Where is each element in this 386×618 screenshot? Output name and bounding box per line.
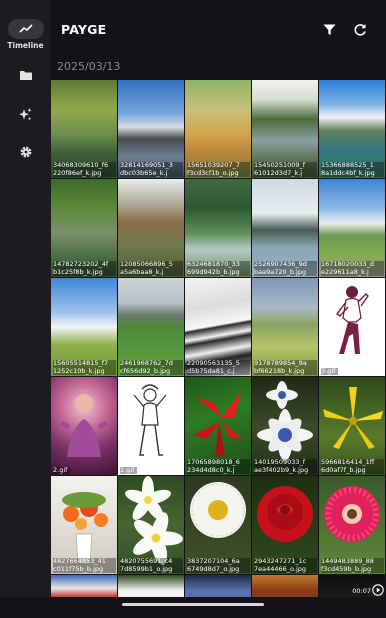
photo-tile[interactable]: 2461968762_7d cf656d92_b.jpg xyxy=(118,278,184,376)
rail-item-label: Timeline xyxy=(7,41,44,50)
photo-tile[interactable]: 15450251009_f 61012d3d7_k.j xyxy=(252,80,318,178)
photo-caption: 12085066896_5 a5a6baa8_k.j xyxy=(120,260,183,276)
rail-item-folders[interactable] xyxy=(0,65,51,85)
photo-tile[interactable]: 32814169051_3 dbc03b65e_k.j xyxy=(118,80,184,178)
photo-caption: 17065898018_6 234d4d8c0_k.j xyxy=(187,458,250,474)
play-icon xyxy=(372,584,384,596)
navigation-rail: Timeline xyxy=(0,0,51,618)
photo-caption: 14019509033_f ae3f402b9_k.jpg xyxy=(254,458,317,474)
photo-caption: 32814169051_3 dbc03b65e_k.j xyxy=(120,161,183,177)
photo-caption: 16718020033_d e229611a8_k.j xyxy=(321,260,384,276)
photo-tile[interactable] xyxy=(252,575,318,597)
photo-caption: 3.gif xyxy=(321,367,339,375)
gesture-navigation-bar[interactable] xyxy=(122,603,264,606)
photo-tile[interactable]: 15651039207_7 f3cd3cf1b_o.jpg xyxy=(185,80,251,178)
photo-caption: 3837207104_6a 6749d8d7_o.jpg xyxy=(187,557,250,573)
sketch-figure xyxy=(133,384,167,456)
photo-grid: 34068309610_f6 220f86ef_k.jpg 3281416905… xyxy=(51,80,385,574)
photo-tile[interactable]: 12085066896_5 a5a6baa8_k.j xyxy=(118,179,184,277)
photo-tile[interactable]: 34068309610_f6 220f86ef_k.jpg xyxy=(51,80,117,178)
woman-figure xyxy=(59,390,109,457)
gear-icon xyxy=(0,142,51,162)
dancer-drawing xyxy=(335,286,369,354)
bottom-system-area xyxy=(0,597,386,618)
folder-icon xyxy=(0,65,51,85)
photo-tile[interactable]: 5966816414_1ff 6d0af7f_b.jpg xyxy=(319,377,385,475)
photo-caption: 15651039207_7 f3cd3cf1b_o.jpg xyxy=(187,161,250,177)
photo-caption: 1449483889_88 f3cd459b_b.jpg xyxy=(321,557,384,573)
photo-tile[interactable]: 3837207104_6a 6749d8d7_o.jpg xyxy=(185,476,251,574)
video-duration: 00:07 xyxy=(352,587,371,595)
app-title: PAYGE xyxy=(61,22,107,37)
photo-caption: 34068309610_f6 220f86ef_k.jpg xyxy=(53,161,116,177)
photo-caption: 2526907436_9d baa9a720_b.jpg xyxy=(254,260,317,276)
photo-caption: 1.gif xyxy=(120,466,138,474)
photo-caption: 6324681870_33 699d942b_b.jpg xyxy=(187,260,250,276)
photo-caption: 15605514815_f7 1252c10b_k.jpg xyxy=(53,359,116,375)
photo-tile[interactable]: 4827664853_41 c011f75b_b.jpg xyxy=(51,476,117,574)
refresh-button[interactable] xyxy=(351,21,369,39)
photo-tile[interactable]: 22090563135_5 d5b75da81_c.j xyxy=(185,278,251,376)
photo-tile[interactable]: 14019509033_f ae3f402b9_k.jpg xyxy=(252,377,318,475)
top-app-bar: PAYGE xyxy=(51,0,386,58)
photo-tile[interactable]: 2.gif xyxy=(51,377,117,475)
photo-caption: 9178789854_9a bf66218b_k.jpg xyxy=(254,359,317,375)
photo-caption: 15366888525_1 8a1ddc4bf_k.jpg xyxy=(321,161,384,177)
photo-caption: 4827664853_41 c011f75b_b.jpg xyxy=(53,557,116,573)
filter-button[interactable] xyxy=(320,21,338,39)
rail-item-settings[interactable] xyxy=(0,142,51,162)
photo-caption: 2943247271_1c 7ea44466_o.jpg xyxy=(254,557,317,573)
video-tile[interactable]: 00:07 xyxy=(319,575,385,597)
rail-item-ai[interactable] xyxy=(0,104,51,124)
photo-caption: 5966816414_1ff 6d0af7f_b.jpg xyxy=(321,458,384,474)
photo-tile[interactable]: 14782723202_4f b1c25f8b_k.jpg xyxy=(51,179,117,277)
photo-tile[interactable]: 1449483889_88 f3cd459b_b.jpg xyxy=(319,476,385,574)
photo-tile[interactable]: 4820755691_c4 7d8599b1_o.jpg xyxy=(118,476,184,574)
photo-tile[interactable]: 15366888525_1 8a1ddc4bf_k.jpg xyxy=(319,80,385,178)
photo-tile[interactable]: 6324681870_33 699d942b_b.jpg xyxy=(185,179,251,277)
filter-icon xyxy=(323,24,335,35)
photo-tile[interactable] xyxy=(185,575,251,597)
sparkles-icon xyxy=(0,104,51,124)
photo-grid-partial-row: 00:07 xyxy=(51,575,385,597)
rail-item-timeline[interactable]: Timeline xyxy=(0,19,51,50)
photo-caption: 2.gif xyxy=(53,466,71,474)
photo-tile[interactable]: 1.gif xyxy=(118,377,184,475)
photo-tile[interactable] xyxy=(118,575,184,597)
photo-caption: 2461968762_7d cf656d92_b.jpg xyxy=(120,359,183,375)
refresh-icon xyxy=(354,24,366,36)
photo-caption: 4820755691_c4 7d8599b1_o.jpg xyxy=(120,557,183,573)
photo-caption: 14782723202_4f b1c25f8b_k.jpg xyxy=(53,260,116,276)
photo-tile[interactable]: 9178789854_9a bf66218b_k.jpg xyxy=(252,278,318,376)
timeline-icon xyxy=(7,19,44,39)
photo-tile[interactable]: 17065898018_6 234d4d8c0_k.j xyxy=(185,377,251,475)
photo-tile[interactable]: 3.gif xyxy=(319,278,385,376)
photo-tile[interactable]: 2526907436_9d baa9a720_b.jpg xyxy=(252,179,318,277)
photo-tile[interactable]: 15605514815_f7 1252c10b_k.jpg xyxy=(51,278,117,376)
photo-tile[interactable]: 16718020033_d e229611a8_k.j xyxy=(319,179,385,277)
photo-tile[interactable] xyxy=(51,575,117,597)
photo-tile[interactable]: 2943247271_1c 7ea44466_o.jpg xyxy=(252,476,318,574)
photo-caption: 22090563135_5 d5b75da81_c.j xyxy=(187,359,250,375)
photo-caption: 15450251009_f 61012d3d7_k.j xyxy=(254,161,317,177)
section-date-header: 2025/03/13 xyxy=(57,60,121,73)
